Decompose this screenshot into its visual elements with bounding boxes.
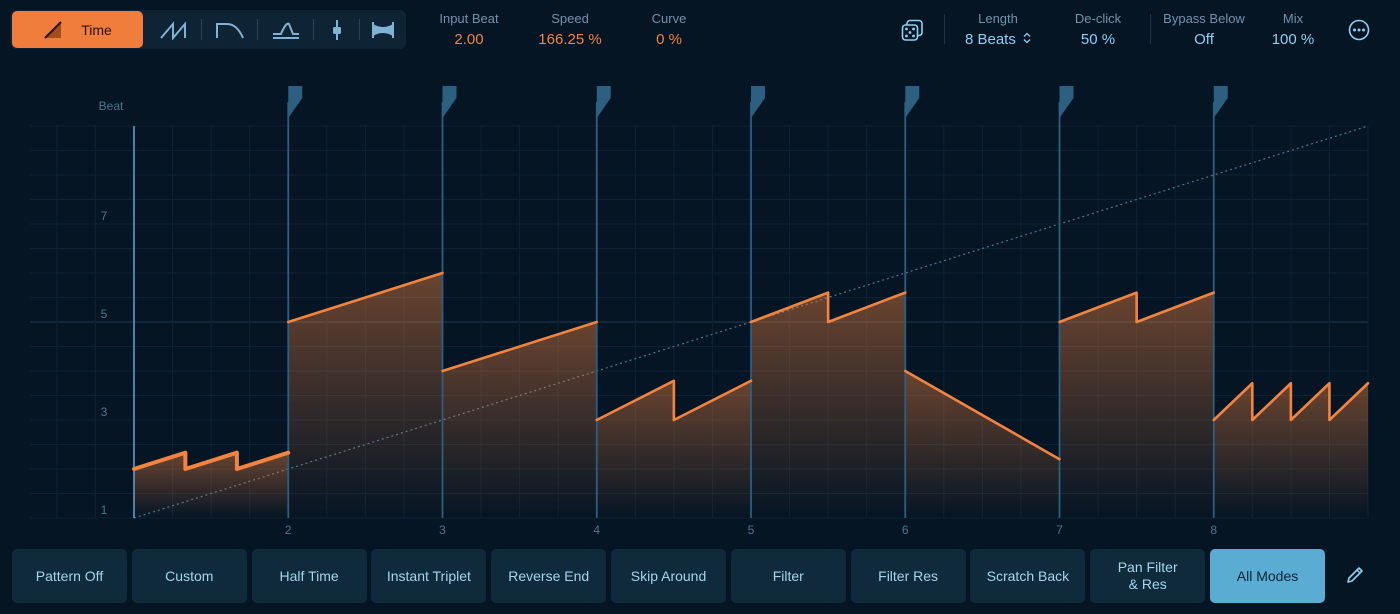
x-tick-label: 6 [902,523,909,537]
segment-fill [442,322,597,518]
length-value: 8 Beats [964,31,1016,48]
slow-down-curve-icon [216,22,244,38]
slice-marker-flag [1213,86,1228,118]
segment-fill [1213,383,1253,518]
slice-marker-flag [751,86,765,118]
slice-marker-flag [288,86,303,118]
segment-fill [828,292,906,518]
y-axis-title: Beat [99,99,124,113]
x-tick-label: 7 [1056,523,1063,537]
preset-button[interactable]: Instant Triplet [371,549,487,603]
mode-time-button[interactable]: Time [12,11,143,48]
divider [1150,14,1151,44]
length-param[interactable]: Length 8 Beats [952,11,1044,48]
mode-volume-button[interactable] [258,10,314,49]
input-beat-label: Input Beat [439,11,499,26]
slice-marker-flag [442,86,457,118]
speed-label: Speed [551,11,589,26]
preset-button[interactable]: Scratch Back [970,549,1086,603]
beat-graph[interactable]: Beat 1 3 5 7 2 3 4 5 6 7 8 [0,62,1400,540]
slice-marker-flag [1059,86,1074,118]
divider [944,14,945,44]
mix-value[interactable]: 100 % [1262,31,1324,48]
length-label: Length [978,11,1018,26]
segment-fill [288,273,443,518]
y-tick-label: 7 [101,209,108,223]
mode-time-label: Time [81,21,112,38]
declick-param[interactable]: De-click 50 % [1062,11,1134,48]
double-ramp-icon [160,20,186,40]
x-tick-label: 3 [439,523,446,537]
up-down-chevron-icon [1023,32,1031,44]
preset-button[interactable]: Custom [131,549,247,603]
mode-pan-button[interactable] [360,10,406,49]
curve-param[interactable]: Curve 0 % [628,11,710,48]
x-tick-label: 2 [285,523,292,537]
slice-marker-flag [905,86,920,118]
mode-stop-button[interactable] [202,10,258,49]
x-tick-label: 5 [748,523,755,537]
preset-button[interactable]: Filter Res [850,549,966,603]
y-tick-label: 5 [101,307,108,321]
mix-param[interactable]: Mix 100 % [1262,11,1324,48]
segment-fill [751,292,829,518]
preset-button[interactable]: All Modes [1210,549,1325,603]
bowtie-icon [372,21,394,38]
segment-fill [1290,383,1330,518]
preset-button[interactable]: Pattern Off [12,549,127,603]
top-toolbar: Time Input Beat 2.00 Speed 166.25 % Curv… [0,0,1400,62]
slider-icon [333,19,341,40]
mix-label: Mix [1282,11,1304,26]
dice-icon[interactable] [901,19,924,42]
peak-curve-icon [273,22,299,39]
segment-fill [1329,383,1368,518]
slice-marker-flag [596,86,611,118]
segment-fill [1059,292,1137,518]
preset-button[interactable]: Filter [730,549,846,603]
x-tick-label: 8 [1210,523,1217,537]
mode-speed-button[interactable] [146,10,202,49]
curve-label: Curve [651,11,687,26]
speed-value[interactable]: 166.25 % [522,31,618,48]
curve-value[interactable]: 0 % [628,31,710,48]
time-ramp-icon [44,20,62,39]
mode-filter-button[interactable] [314,10,360,49]
y-tick-label: 1 [101,503,108,517]
bypass-value[interactable]: Off [1156,31,1252,48]
input-beat-param[interactable]: Input Beat 2.00 [426,11,512,48]
mode-selector: Time [10,10,406,49]
bypass-label: Bypass Below [1163,11,1245,26]
pencil-icon[interactable] [1344,564,1366,586]
declick-label: De-click [1074,11,1122,26]
length-select[interactable]: 8 Beats [952,31,1044,48]
preset-bar: Pattern Off Custom Half Time Instant Triple… [0,540,1400,614]
preset-button[interactable]: Reverse End [491,549,607,603]
segment-fill [1252,383,1291,518]
segment-fill [1136,292,1214,518]
preset-button[interactable]: Skip Around [611,549,726,603]
x-tick-label: 4 [593,523,600,537]
more-options-icon[interactable] [1348,19,1370,41]
speed-param[interactable]: Speed 166.25 % [522,11,618,48]
bypass-param[interactable]: Bypass Below Off [1156,11,1252,48]
preset-button[interactable]: Pan Filter & Res [1090,549,1206,603]
y-tick-label: 3 [101,405,108,419]
preset-button[interactable]: Half Time [251,549,367,603]
input-beat-value[interactable]: 2.00 [426,31,512,48]
declick-value[interactable]: 50 % [1062,31,1134,48]
